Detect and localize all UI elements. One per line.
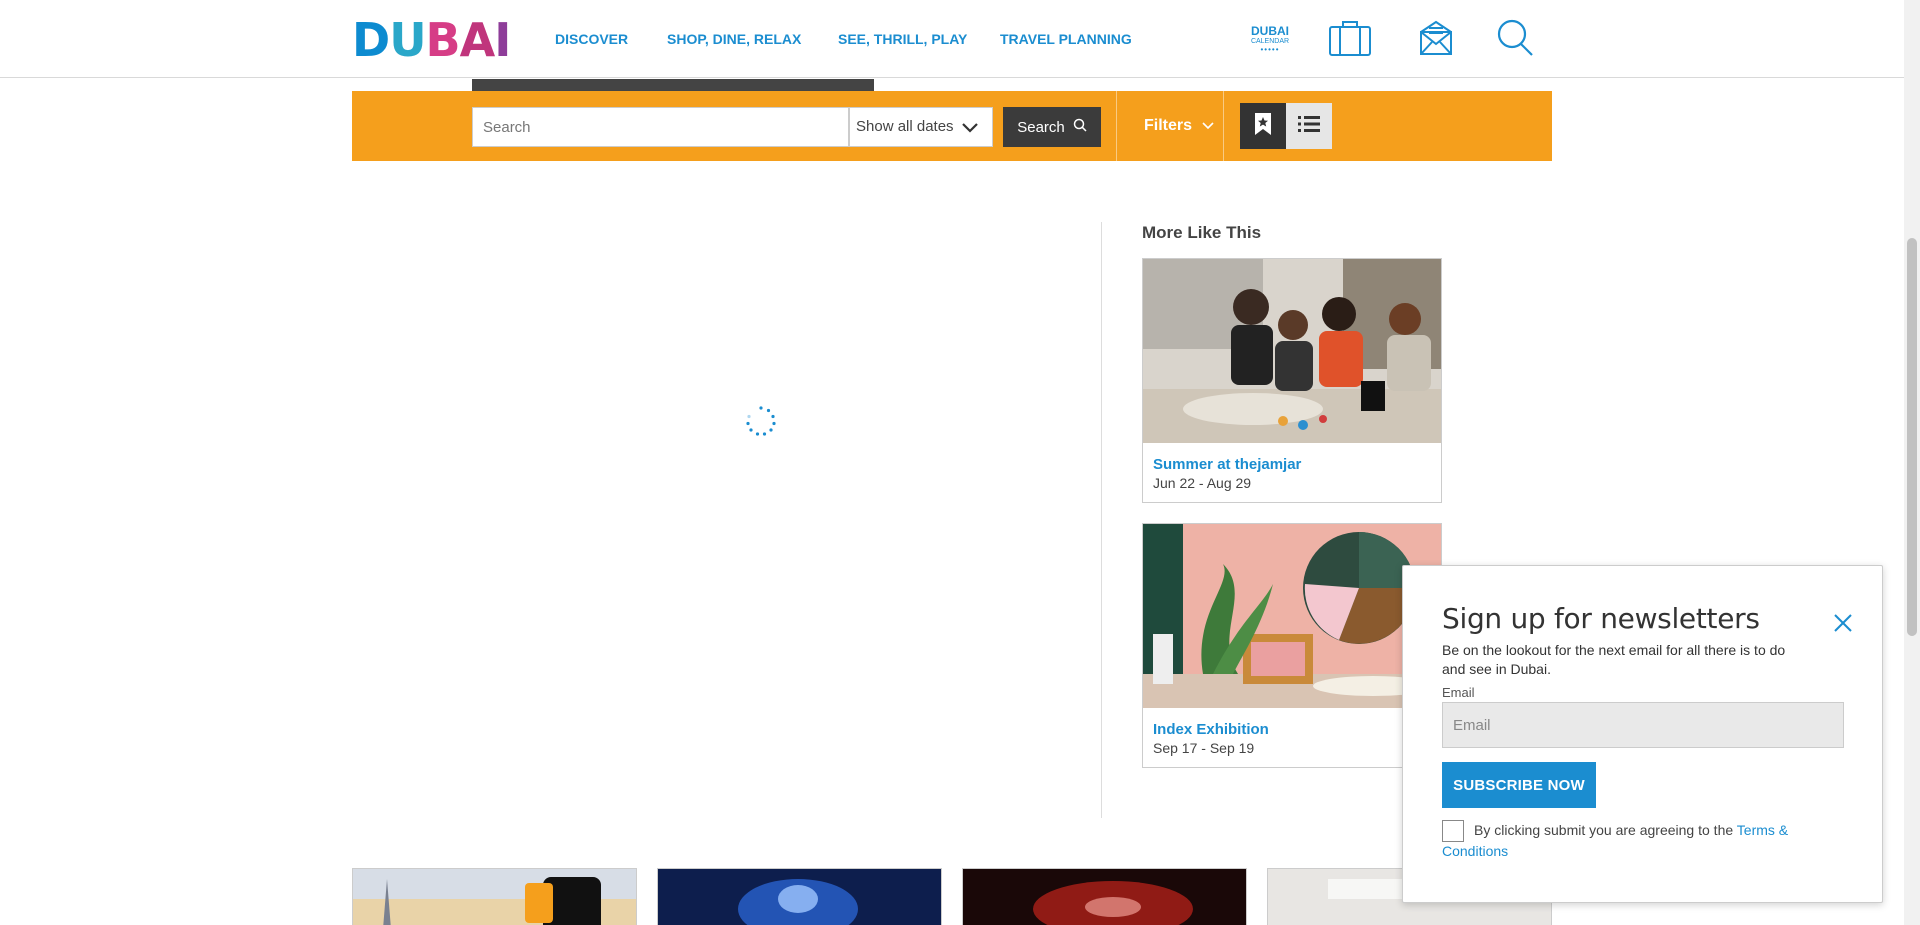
terms-text: By clicking submit you are agreeing to t… xyxy=(1442,820,1852,862)
divider xyxy=(1223,91,1224,161)
page-scrollbar[interactable] xyxy=(1904,0,1920,925)
favorites-view-button[interactable] xyxy=(1240,103,1286,149)
newsletter-title: Sign up for newsletters xyxy=(1442,602,1760,635)
filters-label: Filters xyxy=(1143,117,1192,134)
suitcase-icon[interactable] xyxy=(1328,18,1372,58)
nav-shop-dine-relax[interactable]: SHOP, DINE, RELAX xyxy=(667,31,801,47)
promo-thumbnail[interactable] xyxy=(962,868,1247,925)
nav-discover[interactable]: DISCOVER xyxy=(555,31,628,47)
email-field[interactable] xyxy=(1442,702,1844,748)
loading-spinner-icon xyxy=(745,405,777,437)
envelope-icon[interactable] xyxy=(1414,18,1458,58)
date-select-value: Show all dates xyxy=(856,118,954,135)
event-card-dates: Jun 22 - Aug 29 xyxy=(1153,475,1252,491)
calendar-dots-icon: ••••• xyxy=(1260,45,1280,54)
chevron-down-icon xyxy=(1202,117,1214,135)
event-card-title[interactable]: Index Exhibition xyxy=(1153,721,1269,738)
event-card-image xyxy=(1143,259,1441,443)
promo-thumbnail[interactable] xyxy=(352,868,637,925)
search-input[interactable] xyxy=(472,107,849,147)
subscribe-button[interactable]: SUBSCRIBE NOW xyxy=(1442,762,1596,808)
magnifier-icon xyxy=(1073,118,1087,136)
dubai-calendar-link[interactable]: DUBAI CALENDAR ••••• xyxy=(1250,25,1290,54)
list-view-button[interactable] xyxy=(1286,103,1332,149)
search-tab-strip xyxy=(472,79,874,91)
promo-thumbnail[interactable] xyxy=(657,868,942,925)
bookmark-star-icon xyxy=(1254,112,1272,141)
nav-see-thrill-play[interactable]: SEE, THRILL, PLAY xyxy=(838,31,967,47)
event-search-bar: Show all dates Search Filters xyxy=(352,91,1552,161)
newsletter-popup: Sign up for newsletters Be on the lookou… xyxy=(1402,565,1883,903)
list-icon xyxy=(1298,115,1320,137)
email-label: Email xyxy=(1442,685,1475,700)
chevron-down-icon xyxy=(962,121,978,138)
filters-button[interactable]: Filters xyxy=(1136,91,1222,161)
event-card-image xyxy=(1143,524,1441,708)
event-card-dates: Sep 17 - Sep 19 xyxy=(1153,740,1255,756)
event-card[interactable]: Summer at thejamjar Jun 22 - Aug 29 xyxy=(1142,258,1442,503)
newsletter-description: Be on the lookout for the next email for… xyxy=(1442,642,1786,677)
search-button[interactable]: Search xyxy=(1003,107,1101,147)
content-divider xyxy=(1101,222,1102,818)
nav-travel-planning[interactable]: TRAVEL PLANNING xyxy=(1000,31,1132,47)
search-button-label: Search xyxy=(1017,118,1065,136)
site-header: DUBAI DISCOVER SHOP, DINE, RELAX SEE, TH… xyxy=(0,0,1904,78)
event-card[interactable]: Index Exhibition Sep 17 - Sep 19 xyxy=(1142,523,1442,768)
close-icon[interactable] xyxy=(1832,612,1854,634)
dubai-logo[interactable]: DUBAI xyxy=(352,15,511,65)
divider xyxy=(1116,91,1117,161)
date-select[interactable]: Show all dates xyxy=(849,107,993,147)
calendar-badge-title: DUBAI xyxy=(1251,24,1289,38)
search-icon[interactable] xyxy=(1494,18,1538,58)
terms-prefix: By clicking submit you are agreeing to t… xyxy=(1474,822,1737,838)
more-like-this-title: More Like This xyxy=(1142,223,1262,242)
event-card-title[interactable]: Summer at thejamjar xyxy=(1153,456,1301,473)
scrollbar-thumb[interactable] xyxy=(1907,238,1917,636)
